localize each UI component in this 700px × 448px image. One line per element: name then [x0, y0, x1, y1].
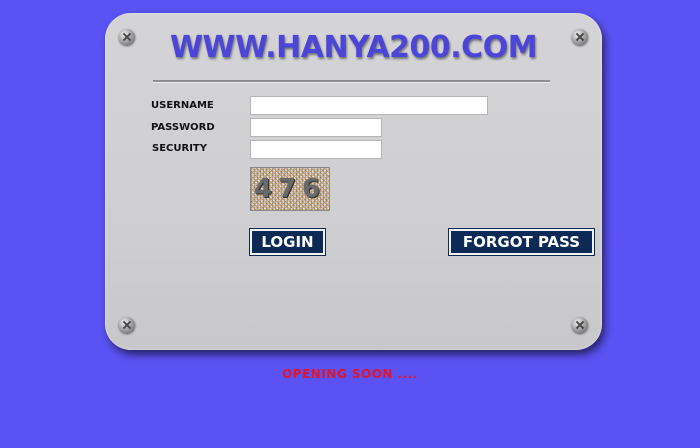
title-divider: [153, 80, 550, 82]
screw-icon: [572, 317, 588, 333]
captcha-text: 476: [253, 174, 327, 204]
password-input[interactable]: [250, 118, 382, 137]
login-panel: WWW.HANYA200.COM USERNAME PASSWORD SECUR…: [105, 13, 602, 350]
forgot-password-button[interactable]: FORGOT PASS: [448, 228, 595, 256]
captcha-image: 476: [250, 167, 330, 211]
security-label: SECURITY: [152, 143, 207, 154]
username-label: USERNAME: [151, 100, 214, 111]
password-label: PASSWORD: [151, 122, 215, 133]
username-input[interactable]: [250, 96, 488, 115]
screw-icon: [119, 317, 135, 333]
site-title: WWW.HANYA200.COM: [169, 30, 538, 65]
opening-soon-text: OPENING SOON ....: [282, 367, 418, 381]
login-button[interactable]: LOGIN: [249, 228, 326, 256]
security-code-input[interactable]: [250, 140, 382, 159]
